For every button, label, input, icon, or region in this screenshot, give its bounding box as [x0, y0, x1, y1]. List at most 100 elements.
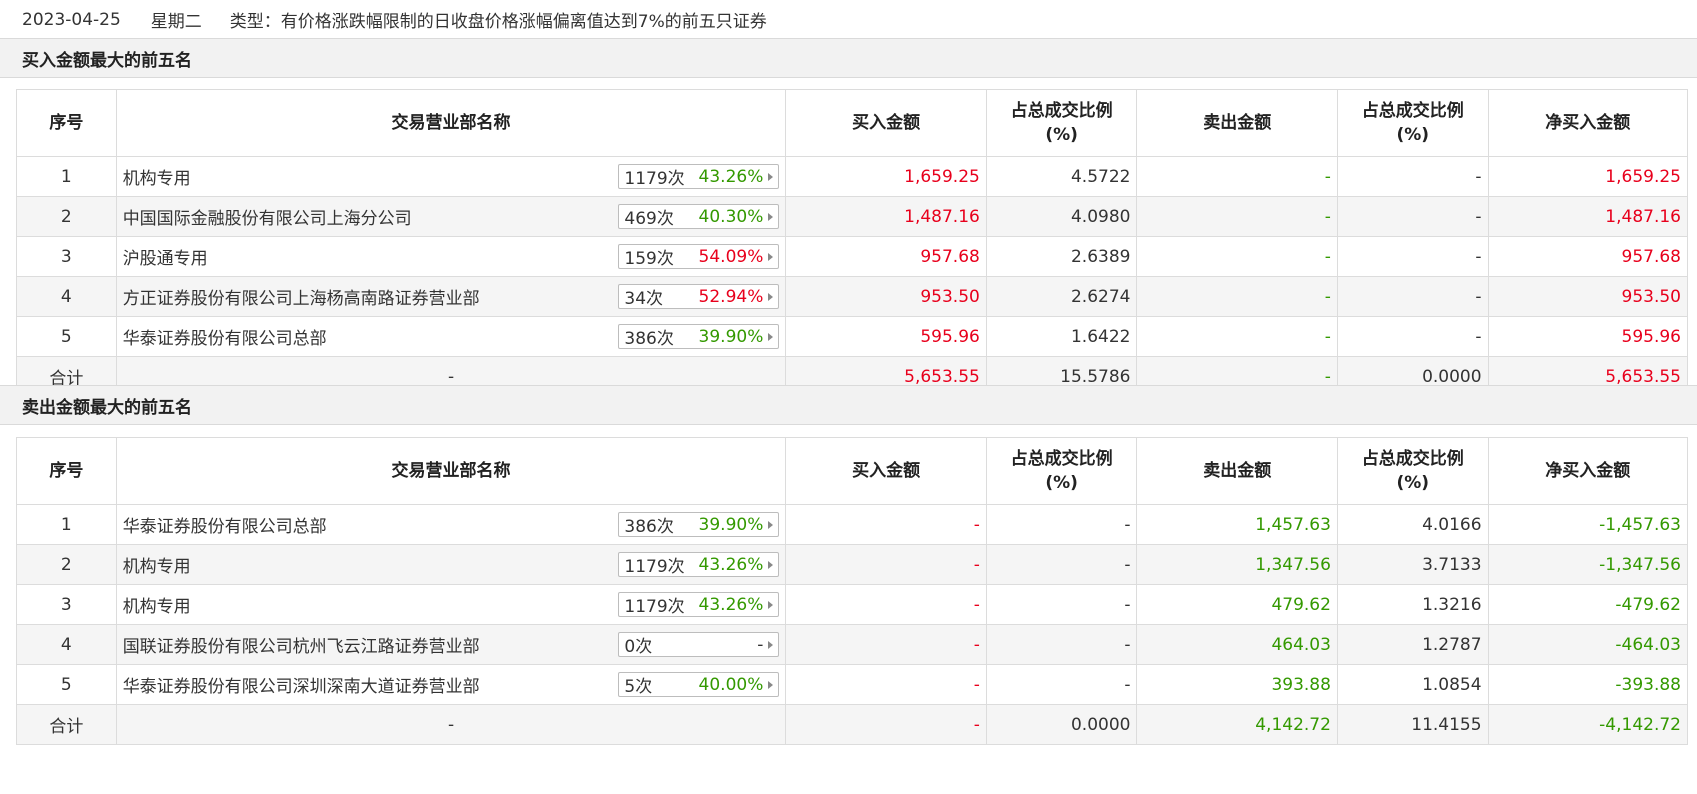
branch-name[interactable]: 机构专用	[123, 169, 191, 189]
row-index: 1	[16, 504, 117, 545]
branch-stats-button[interactable]: 34次 52.94%	[618, 284, 780, 309]
branch-stats-button[interactable]: 1179次 43.26%	[618, 592, 780, 617]
branch-stats-button[interactable]: 159次 54.09%	[618, 244, 780, 269]
branch-stats-button[interactable]: 5次 40.00%	[618, 672, 780, 697]
win-rate: -	[757, 634, 764, 655]
sell-ratio: 1.2787	[1336, 624, 1489, 665]
sell-amount: 479.62	[1136, 584, 1338, 625]
row-index: 5	[16, 664, 117, 705]
table-row[interactable]: 4 方正证券股份有限公司上海杨高南路证券营业部 34次 52.94% 953.50 2.6…	[16, 276, 1689, 317]
listing-count: 386次	[624, 329, 674, 349]
table-row[interactable]: 1 华泰证券股份有限公司总部 386次 39.90% - -1,457.63 4.0166-…	[16, 504, 1689, 545]
trade-weekday: 星期二	[150, 12, 202, 32]
win-rate: 39.90%	[698, 326, 764, 347]
branch-name[interactable]: 机构专用	[123, 597, 191, 617]
branch-cell: 华泰证券股份有限公司深圳深南大道证券营业部 5次 40.00%	[115, 664, 787, 705]
sell-ratio: 4.0166	[1336, 504, 1489, 545]
table-row[interactable]: 3 沪股通专用 159次 54.09% 957.68 2.6389- -957.68	[16, 236, 1689, 277]
col-sell-amount-header: 卖出金额	[1136, 437, 1338, 505]
win-rate: 39.90%	[698, 514, 764, 535]
branch-stats-button[interactable]: 469次 40.30%	[618, 204, 780, 229]
buy-ratio: -	[985, 544, 1138, 585]
branch-name[interactable]: 机构专用	[123, 557, 191, 577]
buy-ratio: 4.0980	[985, 196, 1138, 237]
sell-amount: -	[1136, 196, 1338, 237]
branch-name[interactable]: 中国国际金融股份有限公司上海分公司	[123, 209, 412, 229]
branch-stats-button[interactable]: 1179次 43.26%	[618, 164, 780, 189]
branch-name[interactable]: 华泰证券股份有限公司深圳深南大道证券营业部	[123, 677, 480, 697]
buy-ratio: 2.6389	[985, 236, 1138, 277]
table-row[interactable]: 1 机构专用 1179次 43.26% 1,659.25 4.5722- -1,659.25	[16, 156, 1689, 197]
col-index-header: 序号	[16, 437, 117, 505]
sell-ratio: -	[1336, 236, 1489, 277]
table-row[interactable]: 5 华泰证券股份有限公司总部 386次 39.90% 595.96 1.6422- -595…	[16, 316, 1689, 357]
col-buy-amount-header: 买入金额	[785, 437, 987, 505]
net-amount: -479.62	[1487, 584, 1689, 625]
caret-right-icon	[768, 600, 774, 609]
buy-amount: 957.68	[785, 236, 987, 277]
trade-date: 2023-04-25	[22, 9, 121, 30]
sell-amount: 1,457.63	[1136, 504, 1338, 545]
branch-stats-button[interactable]: 1179次 43.26%	[618, 552, 780, 577]
buy-ratio: 2.6274	[985, 276, 1138, 317]
branch-name[interactable]: 华泰证券股份有限公司总部	[123, 517, 327, 537]
total-label: 合计	[16, 704, 117, 745]
listing-count: 386次	[624, 517, 674, 537]
row-index: 3	[16, 236, 117, 277]
buy-ratio: -	[985, 624, 1138, 665]
win-rate: 40.00%	[698, 674, 764, 695]
col-buy-amount-header: 买入金额	[785, 89, 987, 157]
buy-amount: -	[785, 664, 987, 705]
sell-ratio: 1.3216	[1336, 584, 1489, 625]
listing-count: 1179次	[624, 597, 685, 617]
sell-amount: -	[1136, 156, 1338, 197]
col-net-amount-header: 净买入金额	[1487, 89, 1689, 157]
col-sell-amount-header: 卖出金额	[1136, 89, 1338, 157]
branch-name[interactable]: 方正证券股份有限公司上海杨高南路证券营业部	[123, 289, 480, 309]
branch-stats-button[interactable]: 386次 39.90%	[618, 324, 780, 349]
table-row[interactable]: 4 国联证券股份有限公司杭州飞云江路证券营业部 0次 - - -464.03 1.2787-…	[16, 624, 1689, 665]
listing-count: 1179次	[624, 557, 685, 577]
sell-amount: -	[1136, 236, 1338, 277]
table-row[interactable]: 3 机构专用 1179次 43.26% - -479.62 1.3216 -479.62	[16, 584, 1689, 625]
row-index: 4	[16, 276, 117, 317]
sell-ratio: -	[1336, 316, 1489, 357]
col-branch-name-header: 交易营业部名称	[115, 437, 787, 505]
table-row[interactable]: 5 华泰证券股份有限公司深圳深南大道证券营业部 5次 40.00% - -393.88 1.…	[16, 664, 1689, 705]
info-bar: 2023-04-25 星期二 类型：有价格涨跌幅限制的日收盘价格涨幅偏离值达到7…	[0, 0, 1697, 40]
net-amount: 953.50	[1487, 276, 1689, 317]
branch-stats-button[interactable]: 386次 39.90%	[618, 512, 780, 537]
listing-count: 0次	[624, 637, 653, 657]
branch-name[interactable]: 国联证券股份有限公司杭州飞云江路证券营业部	[123, 637, 480, 657]
branch-cell: 中国国际金融股份有限公司上海分公司 469次 40.30%	[115, 196, 787, 237]
sell-ratio: -	[1336, 156, 1489, 197]
branch-name[interactable]: 沪股通专用	[123, 249, 208, 269]
col-buy-ratio-header: 占总成交比例 (%)	[985, 437, 1138, 505]
col-sell-ratio-header: 占总成交比例 (%)	[1336, 437, 1489, 505]
buy-ratio: 4.5722	[985, 156, 1138, 197]
table-row[interactable]: 2 中国国际金融股份有限公司上海分公司 469次 40.30% 1,487.16 4.09…	[16, 196, 1689, 237]
row-index: 1	[16, 156, 117, 197]
net-amount: -1,347.56	[1487, 544, 1689, 585]
caret-right-icon	[768, 680, 774, 689]
caret-right-icon	[768, 560, 774, 569]
buy-amount: 595.96	[785, 316, 987, 357]
buy-amount: -	[785, 584, 987, 625]
win-rate: 54.09%	[698, 246, 764, 267]
listing-count: 159次	[624, 249, 674, 269]
total-sell-ratio: 11.4155	[1336, 704, 1489, 745]
branch-cell: 机构专用 1179次 43.26%	[115, 584, 787, 625]
branch-name[interactable]: 华泰证券股份有限公司总部	[123, 329, 327, 349]
col-index-header: 序号	[16, 89, 117, 157]
total-sell-amount: 4,142.72	[1136, 704, 1338, 745]
win-rate: 43.26%	[698, 594, 764, 615]
buy-section-title: 买入金额最大的前五名	[0, 38, 1697, 78]
net-amount: -464.03	[1487, 624, 1689, 665]
row-index: 5	[16, 316, 117, 357]
sell-amount: 1,347.56	[1136, 544, 1338, 585]
total-branch: -	[115, 704, 787, 745]
row-index: 4	[16, 624, 117, 665]
branch-cell: 国联证券股份有限公司杭州飞云江路证券营业部 0次 -	[115, 624, 787, 665]
branch-stats-button[interactable]: 0次 -	[618, 632, 780, 657]
table-row[interactable]: 2 机构专用 1179次 43.26% - -1,347.56 3.7133 -1,347.5…	[16, 544, 1689, 585]
